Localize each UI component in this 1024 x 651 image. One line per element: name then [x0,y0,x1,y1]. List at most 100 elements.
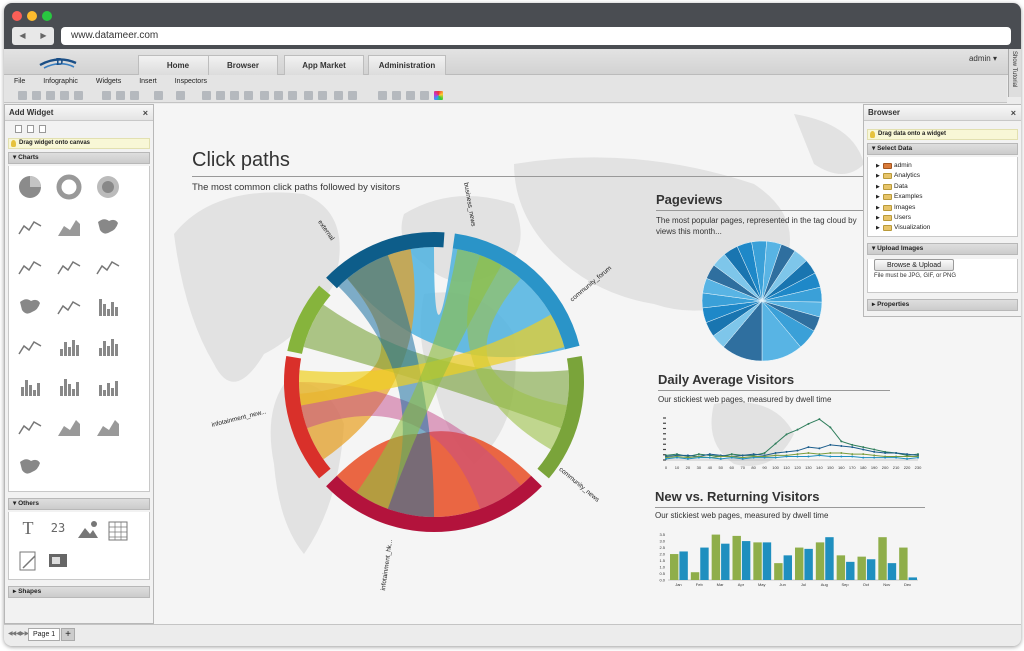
toolbar-tool-icon[interactable] [304,91,313,100]
close-icon[interactable]: × [1011,105,1016,121]
close-dot[interactable] [12,11,22,21]
forward-icon[interactable]: ▶ [33,27,54,45]
note-widget-icon[interactable] [15,548,41,574]
toolbar-tool-icon[interactable] [202,91,211,100]
toolbar-tool-icon[interactable] [32,91,41,100]
toolbar-tool-icon[interactable] [130,91,139,100]
toolbar-tool-icon[interactable] [392,91,401,100]
user-menu[interactable]: admin ▾ [969,54,997,63]
toolbar-tool-icon[interactable] [176,91,185,100]
menu-file[interactable]: File [14,75,25,89]
tree-item-visualization[interactable]: ▶ Visualization [876,223,1017,233]
region-map-icon[interactable] [17,294,43,320]
tab-browser[interactable]: Browser [208,55,278,75]
radial-chart-icon[interactable] [95,174,121,200]
toolbar-tool-icon[interactable] [378,91,387,100]
back-icon[interactable]: ◀ [12,27,33,45]
pie-chart-icon[interactable] [17,174,43,200]
donut-chart-icon[interactable] [56,174,82,200]
image-page-icon[interactable] [27,125,34,133]
minimize-dot[interactable] [27,11,37,21]
expand-arrow-icon[interactable]: ▶ [876,182,880,192]
toolbar-tool-icon[interactable] [230,91,239,100]
browse-upload-button[interactable]: Browse & Upload [874,259,954,271]
tree-item-users[interactable]: ▶ Users [876,213,1017,223]
stacked-bar-icon[interactable] [95,294,121,320]
bubble-line-icon[interactable] [56,294,82,320]
page-icon[interactable] [15,125,22,133]
expand-arrow-icon[interactable]: ▶ [876,223,880,233]
toolbar-tool-icon[interactable] [46,91,55,100]
toolbar-tool-icon[interactable] [154,91,163,100]
menu-inspectors[interactable]: Inspectors [175,75,207,89]
number-widget-icon[interactable]: 23 [45,521,71,547]
table-widget-icon[interactable] [105,518,131,544]
copy-page-icon[interactable] [39,125,46,133]
tree-item-examples[interactable]: ▶ Examples [876,192,1017,202]
menu-widgets[interactable]: Widgets [96,75,121,89]
network-icon[interactable] [17,214,43,240]
toolbar-tool-icon[interactable] [348,91,357,100]
toolbar-tool-icon[interactable] [260,91,269,100]
expand-arrow-icon[interactable]: ▶ [876,171,880,181]
video-widget-icon[interactable] [45,548,71,574]
area-chart-icon[interactable] [56,414,82,440]
expand-arrow-icon[interactable]: ▶ [876,213,880,223]
toolbar-tool-icon[interactable] [420,91,429,100]
image-widget-icon[interactable] [75,518,101,544]
heatmap-icon[interactable] [17,454,43,480]
line-points-icon[interactable] [95,254,121,280]
tree-item-analytics[interactable]: ▶ Analytics [876,171,1017,181]
tree-item-admin[interactable]: ▶ admin [876,161,1017,171]
stacked-column-icon[interactable] [56,334,82,360]
toolbar-tool-icon[interactable] [406,91,415,100]
bar-grid-icon[interactable] [95,334,121,360]
select-data-header[interactable]: ▾ Select Data [867,143,1018,155]
tree-item-images[interactable]: ▶ Images [876,203,1017,213]
properties-header[interactable]: ▸ Properties [867,299,1018,311]
small-columns-icon[interactable] [17,374,43,400]
toolbar-tool-icon[interactable] [116,91,125,100]
tag-icon[interactable] [56,214,82,240]
shapes-section-header[interactable]: ▸ Shapes [8,586,150,598]
toolbar-tool-icon[interactable] [274,91,283,100]
gauge-icon[interactable] [17,254,43,280]
text-widget-icon[interactable]: T [15,518,41,544]
show-tutorial-tab[interactable]: Show Tutorial [1008,49,1021,97]
line-point [851,455,854,458]
toolbar-tool-icon[interactable] [318,91,327,100]
menu-infographic[interactable]: Infographic [43,75,78,89]
others-section-header[interactable]: ▾ Others [8,498,150,510]
expand-arrow-icon[interactable]: ▶ [876,203,880,213]
tree-item-data[interactable]: ▶ Data [876,182,1017,192]
page-tab[interactable]: Page 1 [28,628,61,641]
maximize-dot[interactable] [42,11,52,21]
toolbar-tool-icon[interactable] [434,91,443,100]
toolbar-tool-icon[interactable] [244,91,253,100]
toolbar-tool-icon[interactable] [60,91,69,100]
add-page-button[interactable]: + [61,628,75,641]
tab-administration[interactable]: Administration [368,55,446,75]
toolbar-tool-icon[interactable] [102,91,111,100]
address-bar[interactable]: www.datameer.com [61,27,1011,45]
stream-chart-icon[interactable] [95,414,121,440]
dot-bars-icon[interactable] [95,374,121,400]
menu-insert[interactable]: Insert [139,75,157,89]
floating-bars-icon[interactable] [56,374,82,400]
toolbar-tool-icon[interactable] [74,91,83,100]
tab-home[interactable]: Home [138,55,218,75]
upload-images-header[interactable]: ▾ Upload Images [867,243,1018,255]
expand-arrow-icon[interactable]: ▶ [876,192,880,202]
tab-app-market[interactable]: App Market [284,55,364,75]
charts-section-header[interactable]: ▾ Charts [8,152,150,164]
line-chart-icon[interactable] [17,414,43,440]
toolbar-tool-icon[interactable] [216,91,225,100]
toolbar-tool-icon[interactable] [334,91,343,100]
toolbar-tool-icon[interactable] [288,91,297,100]
scatter-icon[interactable] [56,254,82,280]
world-map-icon[interactable] [95,214,121,240]
toolbar-tool-icon[interactable] [18,91,27,100]
expand-arrow-icon[interactable]: ▶ [876,161,880,171]
close-icon[interactable]: × [143,105,148,121]
column-chart-icon[interactable] [17,334,43,360]
